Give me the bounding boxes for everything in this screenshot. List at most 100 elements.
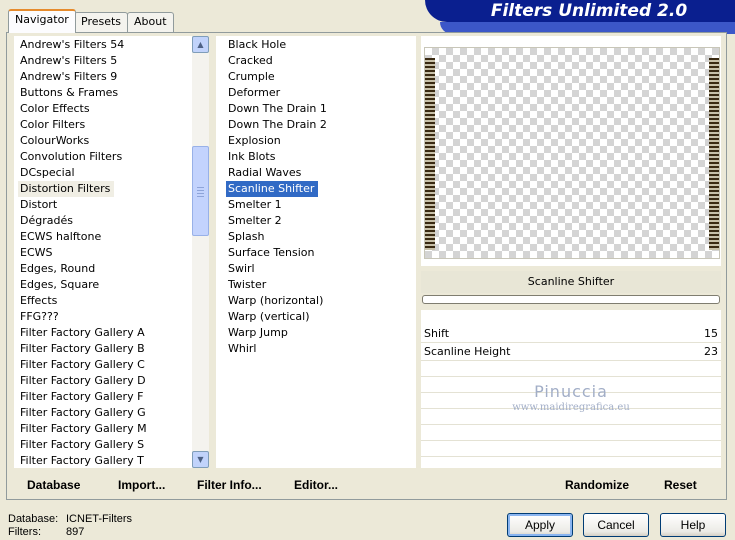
list-item[interactable]: Filter Factory Gallery F xyxy=(18,389,192,405)
list-item[interactable]: ECWS xyxy=(18,245,192,261)
list-item-label: Deformer xyxy=(228,86,281,99)
list-item-label: Smelter 1 xyxy=(228,198,282,211)
filter-info-button[interactable]: Filter Info... xyxy=(197,478,262,492)
list-item[interactable]: Warp (vertical) xyxy=(226,309,416,325)
scroll-up-button[interactable]: ▲ xyxy=(192,36,209,53)
list-item[interactable]: Whirl xyxy=(226,341,416,357)
list-item[interactable]: Effects xyxy=(18,293,192,309)
list-item[interactable]: Warp Jump xyxy=(226,325,416,341)
category-list[interactable]: Andrew's Filters 54 Andrew's Filters 5 And… xyxy=(14,36,192,468)
list-item[interactable]: Buttons & Frames xyxy=(18,85,192,101)
help-button[interactable]: Help xyxy=(660,513,726,537)
list-item[interactable]: Filter Factory Gallery M xyxy=(18,421,192,437)
chevron-up-icon: ▲ xyxy=(197,40,204,49)
randomize-button[interactable]: Randomize xyxy=(565,478,629,492)
list-item[interactable]: Splash xyxy=(226,229,416,245)
editor-button[interactable]: Editor... xyxy=(294,478,338,492)
list-item-label: Twister xyxy=(228,278,267,291)
list-item[interactable]: Filter Factory Gallery G xyxy=(18,405,192,421)
param-value[interactable]: 23 xyxy=(704,343,718,361)
tab-about[interactable]: About xyxy=(127,12,174,32)
list-item[interactable]: Distort xyxy=(18,197,192,213)
list-item-label: Down The Drain 1 xyxy=(228,102,327,115)
list-item-label: Convolution Filters xyxy=(20,150,123,163)
list-item[interactable]: Explosion xyxy=(226,133,416,149)
list-item-label: Color Effects xyxy=(20,102,90,115)
watermark-url: www.maidiregrafica.eu xyxy=(512,402,630,413)
list-item-label: Warp (vertical) xyxy=(228,310,310,323)
list-item[interactable]: Scanline Shifter xyxy=(226,181,416,197)
list-item[interactable]: Crumple xyxy=(226,69,416,85)
tab-label: Presets xyxy=(81,15,122,28)
category-scrollbar[interactable]: ▲ ▼ xyxy=(192,36,209,468)
list-item[interactable]: Down The Drain 2 xyxy=(226,117,416,133)
filter-list[interactable]: Black Hole Cracked Crumple Deformer Down The… xyxy=(216,36,416,468)
list-item-label: Cracked xyxy=(228,54,273,67)
list-item-label: DCspecial xyxy=(20,166,75,179)
list-item[interactable]: FFG??? xyxy=(18,309,192,325)
reset-button[interactable]: Reset xyxy=(664,478,697,492)
list-item[interactable]: Andrew's Filters 54 xyxy=(18,37,192,53)
progress-bar xyxy=(422,295,720,304)
app-title-banner: Filters Unlimited 2.0 xyxy=(425,0,735,22)
preview-right-edge xyxy=(709,58,719,250)
list-item[interactable]: Black Hole xyxy=(226,37,416,53)
list-item[interactable]: Warp (horizontal) xyxy=(226,293,416,309)
cancel-button[interactable]: Cancel xyxy=(583,513,649,537)
list-item[interactable]: Radial Waves xyxy=(226,165,416,181)
list-item[interactable]: Convolution Filters xyxy=(18,149,192,165)
list-item[interactable]: Cracked xyxy=(226,53,416,69)
list-item[interactable]: DCspecial xyxy=(18,165,192,181)
list-item[interactable]: Edges, Round xyxy=(18,261,192,277)
list-item[interactable]: Dégradés xyxy=(18,213,192,229)
list-item-label: ECWS halftone xyxy=(20,230,102,243)
list-item-label: Filter Factory Gallery T xyxy=(20,454,144,467)
list-item[interactable]: Filter Factory Gallery D xyxy=(18,373,192,389)
scrollbar-thumb[interactable] xyxy=(192,146,209,236)
param-label: Scanline Height xyxy=(424,345,511,358)
list-item[interactable]: Andrew's Filters 9 xyxy=(18,69,192,85)
list-item-label: Warp Jump xyxy=(228,326,288,339)
list-item[interactable]: Swirl xyxy=(226,261,416,277)
param-scanline-height[interactable]: Scanline Height 23 xyxy=(421,343,721,361)
list-item[interactable]: Filter Factory Gallery S xyxy=(18,437,192,453)
database-button[interactable]: Database xyxy=(27,478,80,492)
empty-param-row xyxy=(421,441,721,457)
list-item[interactable]: Deformer xyxy=(226,85,416,101)
list-item[interactable]: Twister xyxy=(226,277,416,293)
tab-navigator[interactable]: Navigator xyxy=(8,9,76,33)
apply-button[interactable]: Apply xyxy=(507,513,573,537)
list-item[interactable]: ColourWorks xyxy=(18,133,192,149)
list-item[interactable]: Color Effects xyxy=(18,101,192,117)
status-filters-value: 897 xyxy=(66,526,85,538)
list-item[interactable]: Filter Factory Gallery A xyxy=(18,325,192,341)
list-item-label: Filter Factory Gallery D xyxy=(20,374,146,387)
import-button[interactable]: Import... xyxy=(118,478,165,492)
list-item[interactable]: Filter Factory Gallery C xyxy=(18,357,192,373)
list-item[interactable]: Filter Factory Gallery T xyxy=(18,453,192,469)
status-database-value: ICNET-Filters xyxy=(66,513,132,525)
param-label: Shift xyxy=(424,327,450,340)
list-item-label: Crumple xyxy=(228,70,275,83)
list-item-label: Distort xyxy=(20,198,58,211)
preview-left-edge xyxy=(425,58,435,250)
list-item[interactable]: Filter Factory Gallery B xyxy=(18,341,192,357)
list-item[interactable]: Andrew's Filters 5 xyxy=(18,53,192,69)
list-item-label: Filter Factory Gallery B xyxy=(20,342,145,355)
list-item[interactable]: Surface Tension xyxy=(226,245,416,261)
scroll-down-button[interactable]: ▼ xyxy=(192,451,209,468)
list-item[interactable]: Down The Drain 1 xyxy=(226,101,416,117)
param-value[interactable]: 15 xyxy=(704,325,718,343)
list-item[interactable]: Edges, Square xyxy=(18,277,192,293)
list-item[interactable]: Smelter 2 xyxy=(226,213,416,229)
list-item[interactable]: Ink Blots xyxy=(226,149,416,165)
list-item[interactable]: Smelter 1 xyxy=(226,197,416,213)
list-item-label: Swirl xyxy=(228,262,255,275)
list-item[interactable]: Color Filters xyxy=(18,117,192,133)
param-shift[interactable]: Shift 15 xyxy=(421,325,721,343)
tab-presets[interactable]: Presets xyxy=(74,12,129,32)
list-item[interactable]: Distortion Filters xyxy=(18,181,192,197)
list-item-label: Distortion Filters xyxy=(18,181,115,197)
list-item[interactable]: ECWS halftone xyxy=(18,229,192,245)
list-item-label: Radial Waves xyxy=(228,166,302,179)
